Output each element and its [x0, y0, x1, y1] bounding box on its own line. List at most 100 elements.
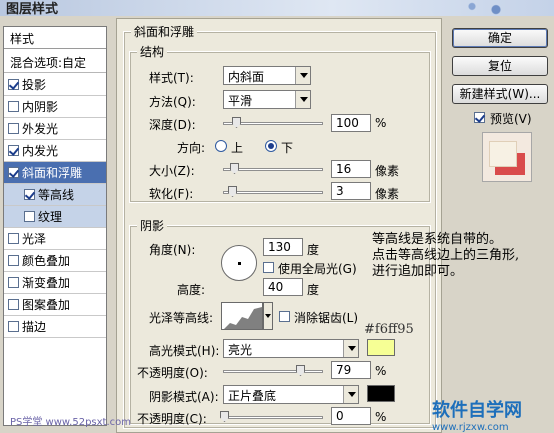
watermark-right: 软件自学网 www.rjzxw.com: [432, 396, 522, 433]
style-item-label: 渐变叠加: [22, 276, 71, 290]
preview-checkbox[interactable]: [474, 112, 485, 123]
watermark-left: PS学堂 www.52psxt.com: [10, 417, 132, 428]
bevel-emboss-checkbox[interactable]: [8, 167, 19, 178]
soften-input[interactable]: 3: [331, 182, 371, 200]
new-style-button[interactable]: 新建样式(W)...: [452, 84, 548, 104]
shadow-color-swatch[interactable]: [367, 385, 395, 402]
size-slider[interactable]: [223, 163, 323, 174]
ok-button[interactable]: 确定: [452, 28, 548, 48]
altitude-unit: 度: [307, 283, 320, 297]
style-item-inner-glow[interactable]: 内发光: [4, 140, 106, 162]
style-item-gradient-overlay[interactable]: 渐变叠加: [4, 272, 106, 294]
direction-down-radio[interactable]: [265, 140, 277, 152]
bevel-emboss-panel: 斜面和浮雕 结构 样式(T): 内斜面 方法(Q): 平滑 深度(D): 100…: [116, 18, 442, 433]
shadow-opacity-slider[interactable]: [220, 411, 323, 422]
inner-glow-checkbox[interactable]: [8, 145, 19, 156]
shadow-mode-dropdown[interactable]: 正片叠底: [223, 385, 359, 404]
highlight-color-swatch[interactable]: [367, 339, 395, 356]
angle-label: 角度(N):: [149, 243, 196, 257]
angle-dial-center: [238, 262, 241, 265]
angle-input[interactable]: 130: [263, 238, 303, 256]
style-item-texture[interactable]: 纹理: [4, 206, 106, 228]
direction-label: 方向:: [177, 141, 206, 155]
highlight-opacity-unit: %: [375, 364, 387, 378]
shading-group-title: 阴影: [137, 217, 168, 234]
styles-header[interactable]: 样式: [4, 27, 106, 49]
style-item-color-overlay[interactable]: 颜色叠加: [4, 250, 106, 272]
pattern-overlay-checkbox[interactable]: [8, 299, 19, 310]
angle-dial[interactable]: [221, 245, 257, 281]
style-item-satin[interactable]: 光泽: [4, 228, 106, 250]
drop-shadow-checkbox[interactable]: [8, 79, 19, 90]
shadow-opacity-unit: %: [375, 410, 387, 424]
size-input[interactable]: 16: [331, 160, 371, 178]
blending-options-item[interactable]: 混合选项:自定: [4, 51, 106, 73]
shadow-opacity-input[interactable]: 0: [331, 407, 371, 425]
altitude-input[interactable]: 40: [263, 278, 303, 296]
chevron-down-icon[interactable]: [295, 91, 310, 108]
direction-down-label: 下: [281, 141, 294, 155]
gloss-contour-picker[interactable]: [221, 302, 263, 330]
satin-checkbox[interactable]: [8, 233, 19, 244]
depth-slider[interactable]: [223, 117, 323, 128]
style-dropdown[interactable]: 内斜面: [223, 66, 311, 85]
stroke-checkbox[interactable]: [8, 321, 19, 332]
highlight-opacity-input[interactable]: 79: [331, 361, 371, 379]
style-item-label: 内发光: [22, 144, 59, 158]
style-item-pattern-overlay[interactable]: 图案叠加: [4, 294, 106, 316]
technique-label: 方法(Q):: [149, 95, 196, 109]
watermark-right-title: 软件自学网: [432, 400, 522, 421]
style-item-label: 内阴影: [22, 100, 59, 114]
annotation-line: 点击等高线边上的三角形,: [372, 248, 520, 263]
color-overlay-checkbox[interactable]: [8, 255, 19, 266]
style-item-label: 图案叠加: [22, 298, 71, 312]
style-preview-thumbnail: [482, 132, 532, 182]
gloss-contour-label: 光泽等高线:: [149, 311, 214, 325]
chevron-down-icon[interactable]: [343, 340, 358, 357]
annotation-line: 进行追加即可。: [372, 264, 464, 279]
chevron-down-icon[interactable]: [295, 67, 310, 84]
highlight-opacity-slider[interactable]: [223, 365, 323, 376]
style-value: 内斜面: [228, 70, 265, 84]
contour-dropdown-arrow[interactable]: [263, 302, 273, 330]
altitude-label: 高度:: [177, 283, 206, 297]
global-light-checkbox[interactable]: [263, 262, 274, 273]
style-item-inner-shadow[interactable]: 内阴影: [4, 96, 106, 118]
title-bar: 图层样式: [0, 0, 554, 17]
gradient-overlay-checkbox[interactable]: [8, 277, 19, 288]
inner-shadow-checkbox[interactable]: [8, 101, 19, 112]
highlight-mode-dropdown[interactable]: 亮光: [223, 339, 359, 358]
preview-label: 预览(V): [490, 112, 532, 126]
outer-glow-checkbox[interactable]: [8, 123, 19, 134]
title-decoration: [454, 0, 514, 16]
style-item-drop-shadow[interactable]: 投影: [4, 74, 106, 96]
style-item-stroke[interactable]: 描边: [4, 316, 106, 338]
shadow-opacity-label: 不透明度(C):: [137, 412, 207, 426]
angle-unit: 度: [307, 243, 320, 257]
depth-label: 深度(D):: [149, 118, 196, 132]
highlight-mode-value: 亮光: [228, 343, 253, 357]
style-item-contour[interactable]: 等高线: [4, 184, 106, 206]
technique-dropdown[interactable]: 平滑: [223, 90, 311, 109]
size-unit: 像素: [375, 164, 400, 178]
chevron-down-icon[interactable]: [343, 386, 358, 403]
preview-shape: [489, 141, 517, 167]
style-label: 样式(T):: [149, 71, 194, 85]
bevel-group-title: 斜面和浮雕: [131, 23, 198, 40]
watermark-right-url: www.rjzxw.com: [432, 422, 509, 433]
texture-checkbox[interactable]: [24, 211, 35, 222]
soften-slider[interactable]: [223, 186, 323, 197]
direction-up-radio[interactable]: [215, 140, 227, 152]
style-item-outer-glow[interactable]: 外发光: [4, 118, 106, 140]
size-label: 大小(Z):: [149, 164, 195, 178]
style-item-bevel-emboss[interactable]: 斜面和浮雕: [4, 162, 106, 184]
reset-button[interactable]: 复位: [452, 56, 548, 76]
depth-input[interactable]: 100: [331, 114, 371, 132]
style-item-label: 纹理: [38, 210, 63, 224]
soften-label: 软化(F):: [149, 187, 194, 201]
style-list-panel: 样式 混合选项:自定 投影 内阴影 外发光 内发光 斜面和浮雕 等高线 纹理 光…: [3, 26, 107, 426]
contour-checkbox[interactable]: [24, 189, 35, 200]
antialias-checkbox[interactable]: [279, 311, 290, 322]
highlight-mode-label: 高光模式(H):: [149, 344, 220, 358]
style-item-label: 颜色叠加: [22, 254, 71, 268]
